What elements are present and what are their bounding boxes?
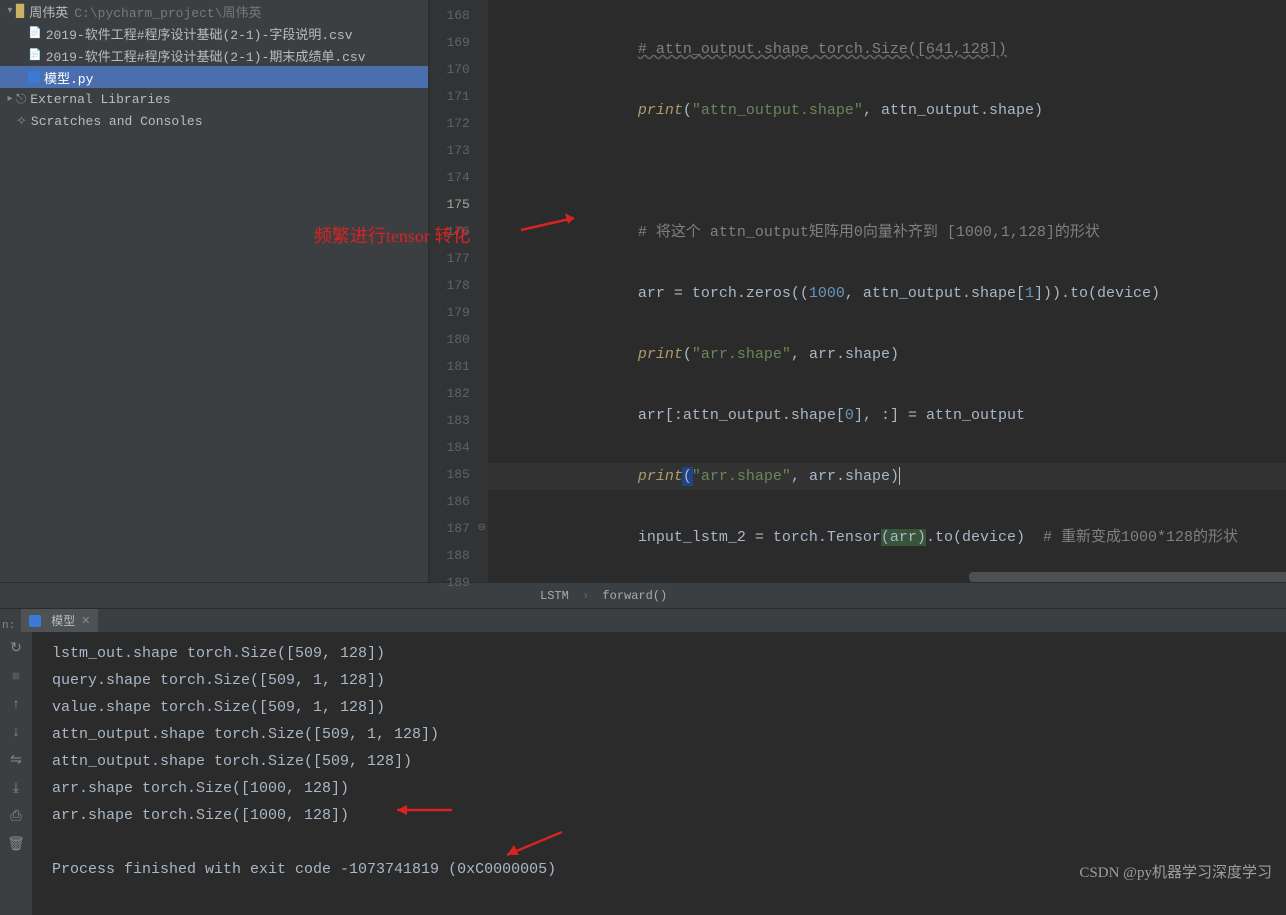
file-icon: 📄 [28,26,42,40]
console-line: value.shape torch.Size([509, 1, 128]) [52,694,1286,721]
file-name: 模型.py [44,68,93,87]
stop-button[interactable]: ■ [7,668,25,686]
code-comment: # 将这个 attn_output矩阵用0向量补齐到 [1000,1,128]的… [638,224,1100,241]
project-tree[interactable]: ▾ ▉ 周伟英 C:\pycharm_project\周伟英 📄 2019-软件… [0,0,429,582]
console-line [52,829,1286,856]
annotation-label: 频繁进行tensor 转化 [314,222,471,248]
file-icon: 📄 [28,48,42,62]
rerun-button[interactable]: ↻ [7,640,25,658]
file-item-selected[interactable]: 模型.py [0,66,428,88]
console-line: query.shape torch.Size([509, 1, 128]) [52,667,1286,694]
scratch-icon: ✧ [16,114,27,129]
project-root[interactable]: ▾ ▉ 周伟英 C:\pycharm_project\周伟英 [0,0,428,22]
tool-label: n: [2,620,15,632]
print-button[interactable]: ⎙ [7,808,25,826]
code-comment: # attn_output.shape torch.Size([641,128]… [638,41,1007,58]
code-editor[interactable]: 1681691701711721731741751761771781791801… [429,0,1286,582]
ext-libs-label: External Libraries [30,92,170,107]
console-line: lstm_out.shape torch.Size([509, 128]) [52,640,1286,667]
external-libs[interactable]: ▸ ⎋ External Libraries [0,88,428,110]
console-line: arr.shape torch.Size([1000, 128]) [52,775,1286,802]
breadcrumb-item[interactable]: forward() [602,589,667,603]
gutter: 1681691701711721731741751761771781791801… [429,0,488,582]
toggle-soft-wrap-button[interactable]: ⇋ [7,752,25,770]
console-line: attn_output.shape torch.Size([509, 1, 12… [52,721,1286,748]
python-icon [28,71,40,83]
folder-icon: ▉ [16,4,25,19]
python-icon [29,615,41,627]
lib-icon: ⎋ [16,92,26,107]
file-item[interactable]: 📄 2019-软件工程#程序设计基础(2-1)-字段说明.csv [0,22,428,44]
arrow-icon [387,800,457,820]
scratches[interactable]: ✧ Scratches and Consoles [0,110,428,132]
breadcrumb[interactable]: LSTM › forward() [0,582,1286,608]
arrow-icon [497,827,567,862]
chevron-right-icon: › [582,589,589,603]
file-name: 2019-软件工程#程序设计基础(2-1)-字段说明.csv [46,24,353,43]
expand-icon[interactable]: ▸ [4,93,16,105]
run-toolbar: ↻ ■ ↑ ↓ ⇋ ⤓ ⎙ 🗑 [0,632,32,915]
collapse-icon[interactable]: ▾ [4,5,16,17]
arrow-icon [519,210,589,240]
root-name: 周伟英 [29,2,68,21]
scratches-label: Scratches and Consoles [31,114,203,129]
watermark: CSDN @py机器学习深度学习 [1079,861,1272,882]
console-line: arr.shape torch.Size([1000, 128]) [52,802,1286,829]
scroll-end-button[interactable]: ⤓ [7,780,25,798]
clear-button[interactable]: 🗑 [7,836,25,854]
file-name: 2019-软件工程#程序设计基础(2-1)-期末成绩单.csv [46,46,366,65]
down-button[interactable]: ↓ [7,724,25,742]
scrollbar-horizontal[interactable] [969,572,1286,582]
close-icon[interactable]: ✕ [81,614,90,628]
up-button[interactable]: ↑ [7,696,25,714]
run-tab-bar: n: 模型 ✕ [0,608,1286,632]
root-path: C:\pycharm_project\周伟英 [74,2,261,21]
tab-label: 模型 [51,612,75,629]
file-item[interactable]: 📄 2019-软件工程#程序设计基础(2-1)-期末成绩单.csv [0,44,428,66]
console-line: attn_output.shape torch.Size([509, 128]) [52,748,1286,775]
code-area[interactable]: # attn_output.shape torch.Size([641,128]… [488,0,1286,582]
text-caret [899,467,900,485]
run-tab[interactable]: 模型 ✕ [21,609,98,632]
breadcrumb-item[interactable]: LSTM [540,589,569,603]
